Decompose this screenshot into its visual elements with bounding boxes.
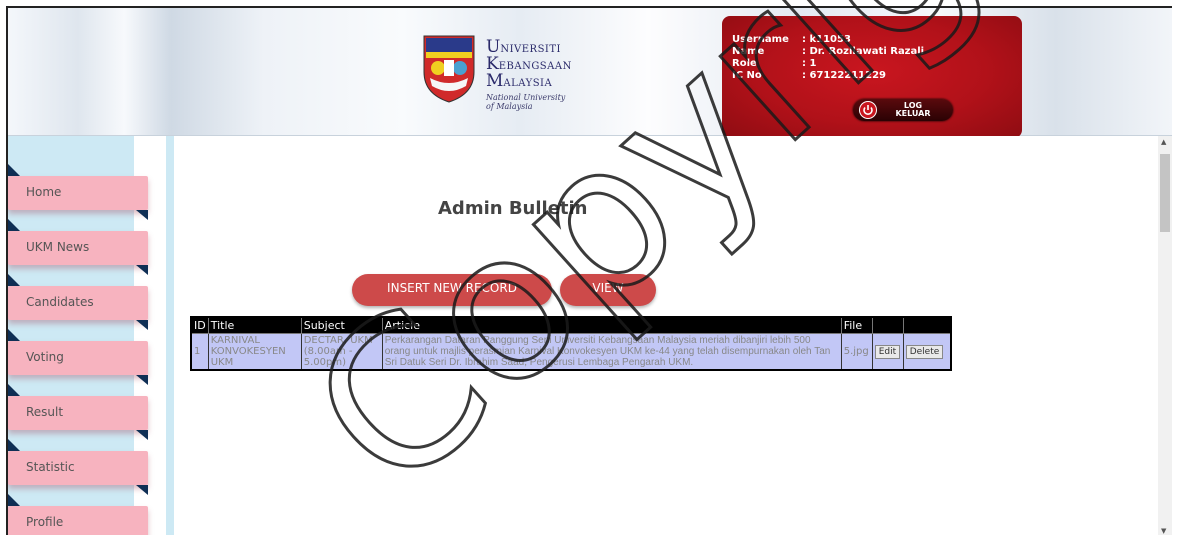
name-label: Name — [732, 46, 765, 57]
name-rest-1: NIVERSITI — [500, 44, 561, 55]
nav-corner-decoration — [8, 384, 20, 396]
column-header-id: ID — [190, 316, 209, 334]
column-header-edit — [871, 316, 904, 334]
logout-line-2: KELUAR — [895, 109, 931, 118]
nav-corner-decoration — [136, 210, 148, 220]
sidebar-item-label: Home — [26, 185, 62, 199]
table-row: 1 KARNIVAL KONVOKESYEN UKM DECTAR, UKM (… — [190, 333, 952, 371]
column-header-subject: Subject — [300, 316, 383, 334]
column-header-article: Article — [381, 316, 842, 334]
cell-subject: DECTAR, UKM (8.00am - 5.00pm) — [300, 333, 383, 371]
column-header-title: Title — [207, 316, 302, 334]
column-header-file: File — [840, 316, 873, 334]
nav-corner-decoration — [8, 219, 20, 231]
sidebar-item-label: Profile — [26, 515, 64, 529]
user-details: Username : k11053 Name : Dr. Rozilawati Ra… — [732, 34, 924, 82]
sidebar-item-result[interactable]: Result — [8, 396, 148, 430]
english-line-2: of Malaysia — [486, 102, 533, 111]
cell-article: Perkarangan Dataran Panggung Seni Univer… — [381, 333, 842, 371]
ukm-crest-icon — [423, 35, 475, 103]
nav-corner-decoration — [136, 485, 148, 495]
scroll-down-arrow-icon[interactable]: ▼ — [1161, 527, 1166, 535]
scrollbar-thumb[interactable] — [1160, 154, 1170, 232]
nav-corner-decoration — [8, 274, 20, 286]
column-header-delete — [902, 316, 952, 334]
sidebar-item-home[interactable]: Home — [8, 176, 148, 210]
sidebar-item-candidates[interactable]: Candidates — [8, 286, 148, 320]
sidebar-item-label: Result — [26, 405, 64, 419]
name-rest-3: ALAYSIA — [503, 78, 553, 89]
logout-button[interactable]: LOG KELUAR — [853, 99, 953, 121]
nav-corner-decoration — [136, 265, 148, 275]
sidebar-item-statistic[interactable]: Statistic — [8, 451, 148, 485]
user-info-panel: Username : k11053 Name : Dr. Rozilawati Ra… — [722, 16, 1022, 138]
name-value: : Dr. Rozilawati Razali — [802, 46, 925, 57]
nav-corner-decoration — [8, 329, 20, 341]
cell-delete: Delete — [902, 333, 952, 371]
english-line-1: National University — [486, 93, 566, 102]
cell-edit: Edit — [871, 333, 904, 371]
delete-button[interactable]: Delete — [905, 344, 944, 359]
name-rest-2: EBANGSAAN — [498, 61, 572, 72]
scroll-up-arrow-icon[interactable]: ▲ — [1161, 138, 1166, 146]
cell-title: KARNIVAL KONVOKESYEN UKM — [207, 333, 302, 371]
bulletin-table: ID Title Subject Article File 1 KARNIVAL… — [190, 316, 952, 371]
username-value: : k11053 — [802, 34, 851, 45]
ic-label: IC No — [732, 70, 762, 81]
page-header: UNIVERSITI KEBANGSAAN MALAYSIA National … — [8, 8, 1172, 138]
ic-value: : 67122211229 — [802, 70, 887, 81]
sidebar-item-label: Candidates — [26, 295, 94, 309]
sidebar-item-label: Statistic — [26, 460, 75, 474]
name-cap-3: M — [486, 71, 504, 91]
nav-corner-decoration — [8, 439, 20, 451]
insert-new-record-button[interactable]: INSERT NEW RECORD — [352, 274, 552, 306]
sidebar-item-label: Voting — [26, 350, 64, 364]
browser-viewport: UNIVERSITI KEBANGSAAN MALAYSIA National … — [6, 6, 1172, 535]
nav-corner-decoration — [136, 375, 148, 385]
ukm-logo: UNIVERSITI KEBANGSAAN MALAYSIA National … — [418, 30, 578, 112]
view-button[interactable]: VIEW — [560, 274, 656, 306]
nav-corner-decoration — [136, 320, 148, 330]
vertical-scrollbar[interactable]: ▲ ▼ — [1158, 136, 1172, 535]
sidebar-item-label: UKM News — [26, 240, 90, 254]
page-title: Admin Bulletin — [438, 198, 588, 219]
sidebar-item-voting[interactable]: Voting — [8, 341, 148, 375]
nav-corner-decoration — [8, 494, 20, 506]
nav-corner-decoration — [136, 430, 148, 440]
sidebar-item-ukm-news[interactable]: UKM News — [8, 231, 148, 265]
university-english-name: National University of Malaysia — [486, 93, 565, 111]
main-content: Admin Bulletin INSERT NEW RECORD VIEW ID… — [174, 136, 1170, 535]
role-label: Role — [732, 58, 757, 69]
table-header-row: ID Title Subject Article File — [190, 316, 952, 334]
university-name: UNIVERSITI KEBANGSAAN MALAYSIA — [486, 39, 572, 91]
sidebar-edge — [166, 136, 174, 535]
username-label: Username — [732, 34, 789, 45]
cell-id: 1 — [190, 333, 209, 371]
role-value: : 1 — [802, 58, 817, 69]
sidebar: Home UKM News Candidates Voting Result S… — [8, 136, 174, 535]
nav-corner-decoration — [8, 164, 20, 176]
cell-file: 5.jpg — [840, 333, 873, 371]
edit-button[interactable]: Edit — [874, 344, 901, 359]
sidebar-item-profile[interactable]: Profile — [8, 506, 148, 535]
power-icon — [859, 101, 877, 119]
logout-label: LOG KELUAR — [883, 102, 943, 118]
